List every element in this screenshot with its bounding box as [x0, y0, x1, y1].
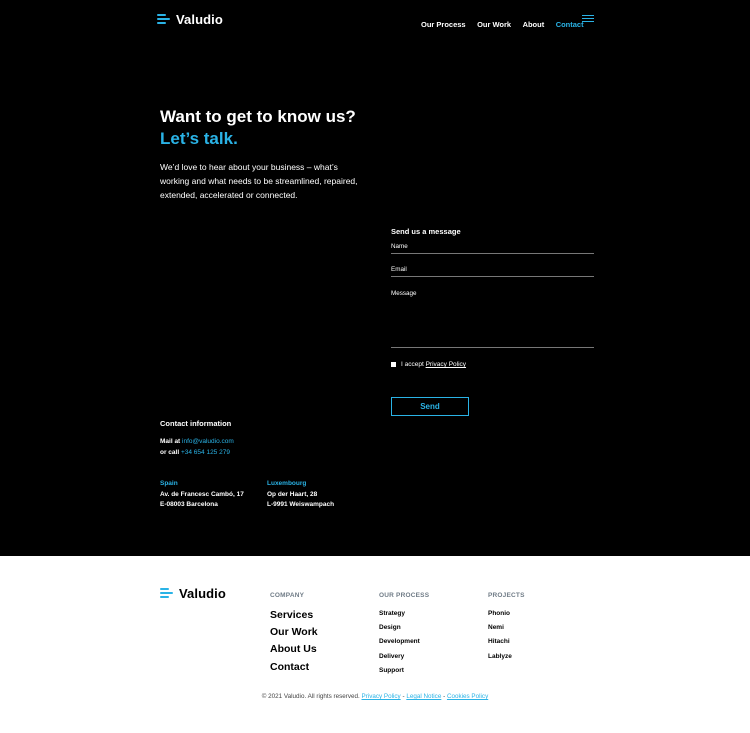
- nav-our-process[interactable]: Our Process: [421, 20, 466, 29]
- form-title: Send us a message: [391, 227, 461, 236]
- brand-logo[interactable]: Valudio: [157, 12, 223, 27]
- footer-link-support[interactable]: Support: [379, 664, 429, 678]
- main-nav: Our Process Our Work About Contact: [414, 14, 584, 32]
- contact-phone: or call +34 654 125 279: [160, 448, 230, 459]
- footer-heading: OUR PROCESS: [379, 592, 430, 599]
- page-subtitle: Let’s talk.: [160, 129, 238, 148]
- footer-link-contact[interactable]: Contact: [270, 659, 318, 676]
- footer-link-about-us[interactable]: About Us: [270, 641, 318, 658]
- separator: -: [402, 693, 405, 700]
- footer-link-delivery[interactable]: Delivery: [379, 650, 429, 664]
- cookies-policy-link[interactable]: Cookies Policy: [447, 693, 488, 700]
- contact-heading: Contact information: [160, 419, 232, 428]
- footer-link-development[interactable]: Development: [379, 635, 429, 649]
- office-country: Spain: [160, 480, 178, 487]
- footer-link-lablyze[interactable]: Lablyze: [488, 650, 525, 664]
- mail-prefix: Mail at: [160, 438, 181, 445]
- call-prefix: or call: [160, 449, 180, 456]
- footer-heading: PROJECTS: [488, 592, 525, 599]
- phone-link[interactable]: +34 654 125 279: [181, 449, 230, 456]
- accept-label: I accept: [401, 361, 424, 368]
- footer-process: OUR PROCESS Strategy Design Development …: [379, 592, 429, 678]
- nav-contact[interactable]: Contact: [556, 20, 584, 29]
- send-button[interactable]: Send: [391, 397, 469, 416]
- email-field-label: Email: [391, 266, 407, 273]
- office-spain: Spain Av. de Francesc Cambó, 17 E-08003 …: [160, 479, 244, 511]
- main-section: Valudio Our Process Our Work About Conta…: [0, 0, 750, 556]
- name-field-label: Name: [391, 243, 408, 250]
- page-title: Want to get to know us?: [160, 107, 356, 126]
- office-luxembourg: Luxembourg Op der Haart, 28 L-9991 Weisw…: [267, 479, 334, 511]
- office-address-line: E-08003 Barcelona: [160, 501, 218, 508]
- separator: -: [443, 693, 446, 700]
- footer-logo[interactable]: Valudio: [160, 586, 226, 601]
- brand-name: Valudio: [176, 12, 223, 27]
- nav-about[interactable]: About: [523, 20, 545, 29]
- logo-icon: [160, 588, 173, 599]
- email-link[interactable]: info@valudio.com: [182, 438, 234, 445]
- office-address-line: Av. de Francesc Cambó, 17: [160, 490, 244, 498]
- contact-mail: Mail at info@valudio.com: [160, 437, 234, 448]
- privacy-checkbox[interactable]: [391, 362, 396, 367]
- footer-brand-name: Valudio: [179, 586, 226, 601]
- footer-link-nemi[interactable]: Nemi: [488, 621, 525, 635]
- footer-company: COMPANY Services Our Work About Us Conta…: [270, 592, 318, 676]
- privacy-policy-link[interactable]: Privacy Policy: [426, 361, 466, 368]
- footer-heading: COMPANY: [270, 592, 305, 599]
- footer-link-services[interactable]: Services: [270, 607, 318, 624]
- footer-link-our-work[interactable]: Our Work: [270, 624, 318, 641]
- footer-link-hitachi[interactable]: Hitachi: [488, 635, 525, 649]
- office-country: Luxembourg: [267, 480, 307, 487]
- copyright-bar: © 2021 Valudio. All rights reserved. Pri…: [0, 693, 750, 700]
- logo-icon: [157, 14, 170, 25]
- legal-notice-link[interactable]: Legal Notice: [406, 693, 441, 700]
- office-address-line: Op der Haart, 28: [267, 490, 318, 498]
- privacy-policy-footer-link[interactable]: Privacy Policy: [362, 693, 401, 700]
- footer-link-phonio[interactable]: Phonio: [488, 607, 525, 621]
- nav-our-work[interactable]: Our Work: [477, 20, 511, 29]
- footer-projects: PROJECTS Phonio Nemi Hitachi Lablyze: [488, 592, 525, 664]
- privacy-consent: I accept Privacy Policy: [391, 361, 466, 368]
- message-field-label: Message: [391, 290, 417, 297]
- hamburger-icon[interactable]: [582, 15, 594, 23]
- email-field[interactable]: Email: [391, 266, 594, 277]
- intro-text: We’d love to hear about your business – …: [160, 162, 358, 200]
- name-field[interactable]: Name: [391, 243, 594, 254]
- copyright-text: © 2021 Valudio. All rights reserved.: [261, 693, 360, 700]
- message-field[interactable]: Message: [391, 290, 594, 348]
- office-address-line: L-9991 Weiswampach: [267, 501, 335, 508]
- footer-link-strategy[interactable]: Strategy: [379, 607, 429, 621]
- footer-link-design[interactable]: Design: [379, 621, 429, 635]
